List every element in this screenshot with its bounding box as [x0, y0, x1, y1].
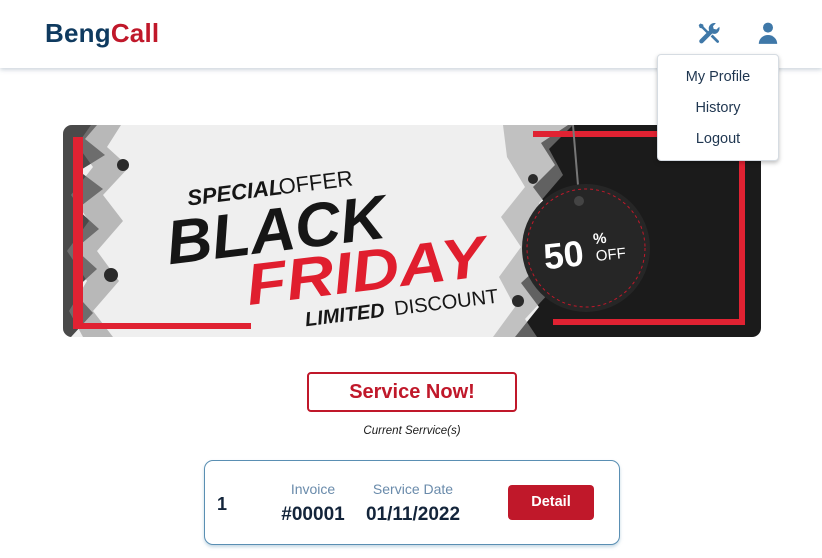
service-date-column: Service Date 01/11/2022: [353, 481, 473, 526]
tools-icon[interactable]: [696, 20, 722, 46]
detail-button[interactable]: Detail: [508, 485, 594, 520]
service-date-value: 01/11/2022: [365, 504, 461, 525]
service-date-label: Service Date: [372, 481, 454, 497]
profile-dropdown-menu: My Profile History Logout: [657, 54, 779, 161]
discount-percent-sign: %: [592, 230, 607, 248]
menu-item-my-profile[interactable]: My Profile: [658, 69, 778, 85]
app-logo[interactable]: BengCall: [45, 18, 159, 49]
menu-item-history[interactable]: History: [658, 100, 778, 116]
service-card: 1 Invoice #00001 Service Date 01/11/2022…: [204, 460, 620, 545]
discount-off-text: OFF: [595, 245, 627, 265]
service-index: 1: [217, 494, 228, 514]
user-icon[interactable]: [755, 20, 781, 46]
current-services-label: Current Serrvice(s): [363, 425, 461, 437]
logo-text-beng: Beng: [45, 18, 111, 48]
service-now-button[interactable]: Service Now!: [307, 372, 517, 412]
logo-text-call: Call: [110, 18, 160, 48]
discount-percent-number: 50: [542, 232, 586, 277]
menu-item-logout[interactable]: Logout: [658, 131, 778, 147]
